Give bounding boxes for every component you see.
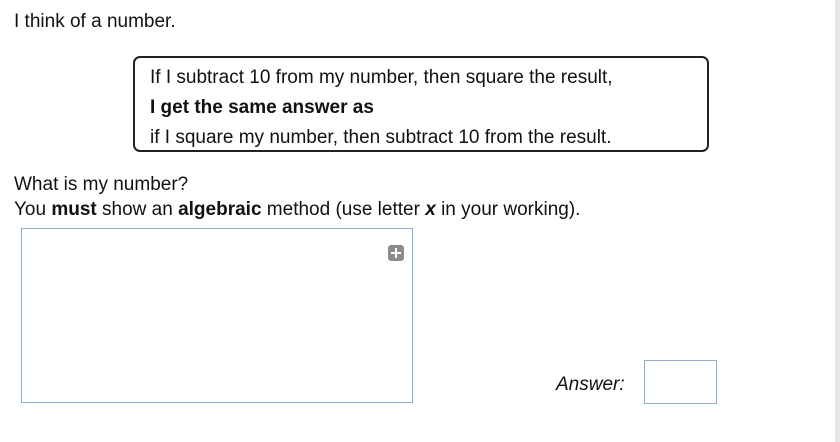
- question-line-1: What is my number?: [14, 174, 189, 195]
- x-variable: x: [425, 199, 436, 220]
- question-block: What is my number? You must show an alge…: [14, 172, 580, 222]
- instruction-text-3: method (use letter: [261, 199, 426, 220]
- instruction-text-2: show an: [96, 199, 179, 220]
- puzzle-statement-box: If I subtract 10 from my number, then sq…: [133, 56, 709, 152]
- side-panel: [835, 0, 840, 442]
- working-area[interactable]: [21, 228, 413, 403]
- instruction-text-1: You: [14, 199, 52, 220]
- algebraic-emphasis: algebraic: [178, 199, 262, 220]
- answer-label: Answer:: [556, 374, 625, 395]
- instruction-text-4: in your working).: [435, 199, 581, 220]
- intro-text: I think of a number.: [14, 11, 176, 32]
- must-emphasis: must: [51, 199, 97, 220]
- answer-input[interactable]: [644, 360, 717, 404]
- question-line-2: You must show an algebraic method (use l…: [14, 197, 580, 222]
- puzzle-line-2: I get the same answer as: [150, 97, 374, 118]
- puzzle-line-3: if I square my number, then subtract 10 …: [150, 127, 612, 148]
- puzzle-line-1: If I subtract 10 from my number, then sq…: [150, 67, 613, 88]
- plus-square-icon[interactable]: [388, 245, 404, 261]
